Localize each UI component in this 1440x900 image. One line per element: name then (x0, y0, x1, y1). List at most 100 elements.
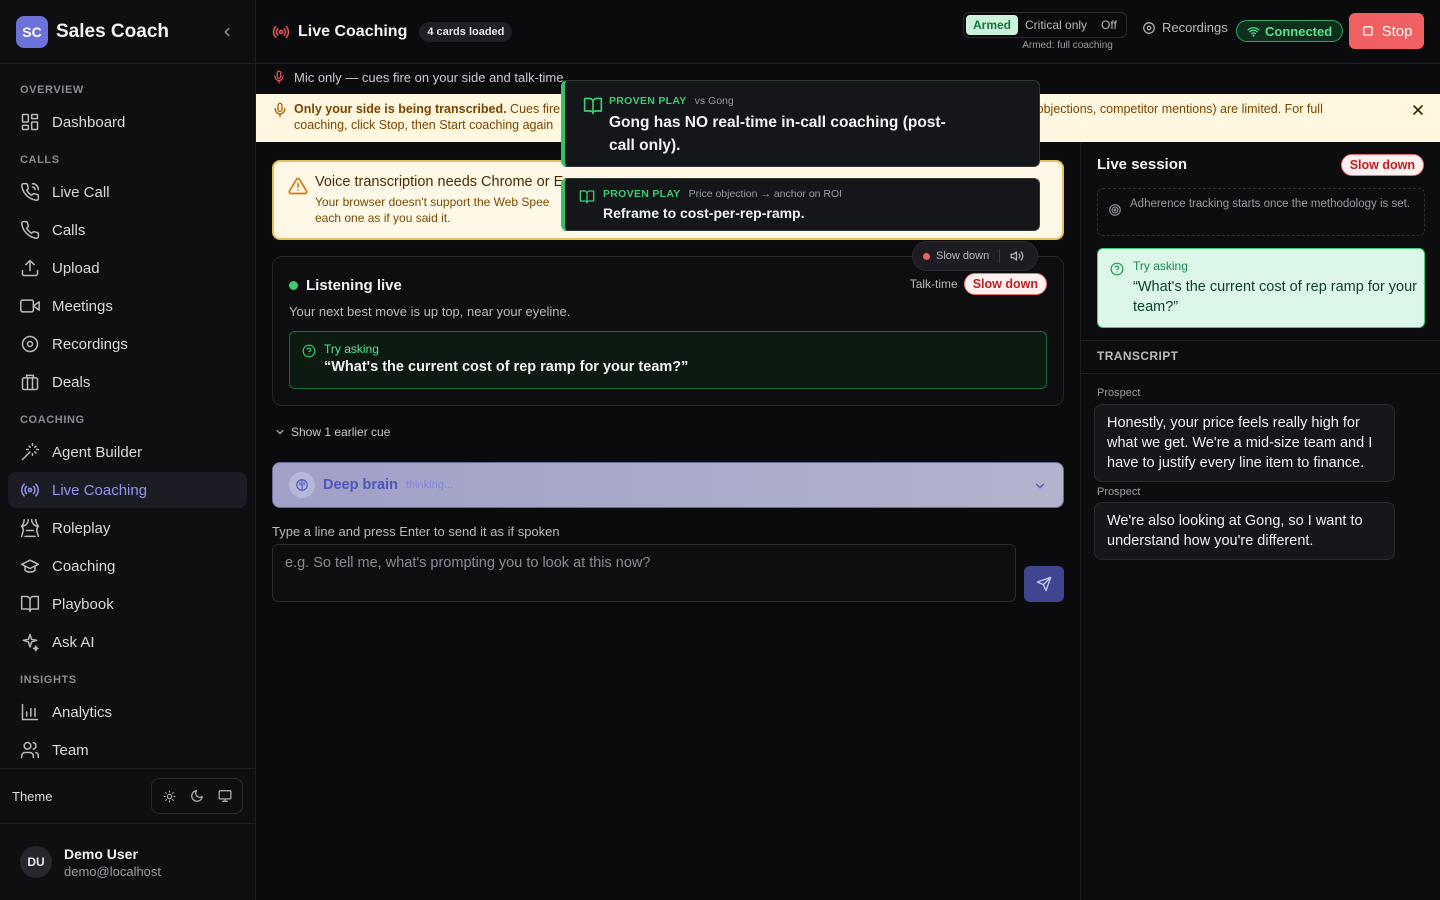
sidebar-item-agent-builder[interactable]: Agent Builder (8, 434, 247, 470)
send-icon (1036, 576, 1052, 592)
sidebar-item-analytics[interactable]: Analytics (8, 694, 247, 730)
sidebar-item-recordings[interactable]: Recordings (8, 326, 247, 362)
section-calls: CALLS (20, 154, 60, 166)
book-open-icon (20, 595, 40, 613)
mode-critical-only[interactable]: Critical only (1018, 15, 1094, 35)
proven-play-card[interactable]: PROVEN PLAY Price objection → anchor on … (561, 178, 1040, 231)
record-icon (21, 335, 39, 353)
sidebar-item-label: Live Coaching (52, 481, 148, 499)
try-asking-label: Try asking (324, 342, 379, 356)
connection-status-badge: Connected (1236, 20, 1344, 42)
adherence-notice: Adherence tracking starts once the metho… (1097, 188, 1425, 236)
microphone-icon (274, 70, 284, 84)
coaching-mode: Armed Critical only Off Armed: full coac… (963, 12, 1127, 51)
talk-time: Talk-time Slow down (910, 273, 1047, 295)
theme-switcher: Theme (0, 768, 255, 824)
stop-button[interactable]: Stop (1349, 13, 1424, 49)
broadcast-icon (272, 25, 290, 38)
user-email: demo@localhost (64, 863, 162, 879)
play-tag: PROVEN PLAY Price objection → anchor on … (603, 188, 842, 200)
user-name: Demo User (64, 845, 138, 862)
briefcase-icon (21, 374, 39, 391)
dark-theme-button[interactable] (183, 782, 211, 810)
type-line-input[interactable] (272, 544, 1016, 602)
mode-segmented-control: Armed Critical only Off (963, 12, 1127, 38)
listening-header: Listening live (289, 277, 402, 294)
sidebar-item-live-coaching[interactable]: Live Coaching (8, 472, 247, 508)
wifi-icon (1247, 26, 1260, 37)
sidebar-item-calls[interactable]: Calls (8, 212, 247, 248)
try-asking-question: “What's the current cost of rep ramp for… (324, 359, 689, 375)
transcript-message: We're also looking at Gong, so I want to… (1094, 502, 1395, 560)
recordings-button[interactable]: Recordings (1142, 20, 1228, 35)
status-dot (923, 252, 930, 260)
user-info: Demo User demo@localhost (64, 846, 161, 879)
light-theme-button[interactable] (155, 782, 183, 810)
sidebar-item-roleplay[interactable]: Roleplay (8, 510, 247, 546)
section-overview: OVERVIEW (20, 84, 84, 96)
play-text: Gong has NO real-time in-call coaching (… (609, 114, 946, 154)
proven-play-card[interactable]: PROVEN PLAY vs Gong Gong has NO real-tim… (561, 80, 1040, 167)
send-button[interactable] (1024, 566, 1064, 602)
dashboard-icon (21, 113, 39, 131)
sidebar-item-meetings[interactable]: Meetings (8, 288, 247, 324)
sidebar-item-label: Team (52, 741, 89, 759)
play-text: Reframe to cost-per-rep-ramp. (603, 205, 805, 221)
listening-card: Listening live Talk-time Slow down Your … (272, 256, 1064, 406)
show-earlier-cue-button[interactable]: Show 1 earlier cue (274, 425, 390, 439)
deep-brain-panel[interactable]: Deep brain thinking... (272, 462, 1064, 508)
talk-time-status-badge: Slow down (963, 273, 1047, 295)
floating-status-pill: Slow down (912, 241, 1038, 271)
cards-loaded-badge: 4 cards loaded (419, 21, 513, 42)
mic-notice-text: Mic only — cues fire on your side and ta… (294, 69, 568, 85)
try-asking-cue: Try asking “What's the current cost of r… (289, 331, 1047, 389)
mic-notice: Mic only — cues fire on your side and ta… (272, 68, 567, 86)
app-name: Sales Coach (56, 20, 169, 42)
sidebar-item-ask-ai[interactable]: Ask AI (8, 624, 247, 660)
collapse-sidebar-button[interactable] (215, 20, 239, 44)
book-open-icon (583, 97, 603, 115)
user-profile[interactable]: DU Demo User demo@localhost (0, 832, 255, 892)
help-circle-icon (1110, 262, 1124, 276)
target-icon (1109, 204, 1121, 216)
sidebar-item-label: Ask AI (52, 633, 95, 651)
listening-subtitle: Your next best move is up top, near your… (289, 304, 571, 319)
try-asking-question: “What's the current cost of rep ramp for… (1133, 279, 1418, 315)
sidebar-item-label: Playbook (52, 595, 114, 613)
sidebar-item-dashboard[interactable]: Dashboard (8, 104, 247, 140)
adherence-text: Adherence tracking starts once the metho… (1130, 198, 1410, 210)
sidebar-item-upload[interactable]: Upload (8, 250, 247, 286)
theater-icon (20, 518, 40, 538)
volume-icon[interactable] (1010, 249, 1024, 263)
divider (999, 249, 1001, 263)
microphone-icon (274, 102, 286, 118)
app-logo: SC (16, 15, 48, 48)
sidebar-item-label: Dashboard (52, 113, 126, 131)
video-icon (20, 299, 40, 313)
session-status-badge: Slow down (1340, 154, 1424, 176)
system-theme-button[interactable] (211, 782, 239, 810)
sidebar-item-label: Coaching (52, 557, 116, 575)
banner-line-1-suffix: es (objections, competitor mentions) are… (1015, 102, 1323, 116)
close-icon[interactable] (1410, 102, 1426, 118)
play-type: PROVEN PLAY (609, 95, 687, 107)
earlier-cue-label: Show 1 earlier cue (291, 425, 391, 439)
chevron-down-icon (276, 429, 284, 435)
sidebar-item-deals[interactable]: Deals (8, 364, 247, 400)
sidebar-item-live-call[interactable]: Live Call (8, 174, 247, 210)
listening-title: Listening live (306, 277, 402, 294)
type-line-label: Type a line and press Enter to send it a… (272, 524, 560, 539)
sidebar-item-coaching[interactable]: Coaching (8, 548, 247, 584)
magic-wand-icon (21, 442, 40, 461)
sidebar-item-team[interactable]: Team (8, 732, 247, 768)
theme-options (151, 778, 243, 814)
floating-status-label: Slow down (936, 250, 990, 262)
sidebar-item-label: Live Call (52, 183, 110, 201)
play-context: Price objection → anchor on ROI (688, 188, 843, 200)
sidebar-nav: OVERVIEW Dashboard CALLS Live Call Calls… (0, 64, 255, 776)
warning-triangle-icon (288, 177, 308, 195)
mode-armed[interactable]: Armed (966, 15, 1019, 35)
play-type: PROVEN PLAY (603, 188, 681, 200)
mode-off[interactable]: Off (1094, 15, 1124, 35)
sidebar-item-playbook[interactable]: Playbook (8, 586, 247, 622)
